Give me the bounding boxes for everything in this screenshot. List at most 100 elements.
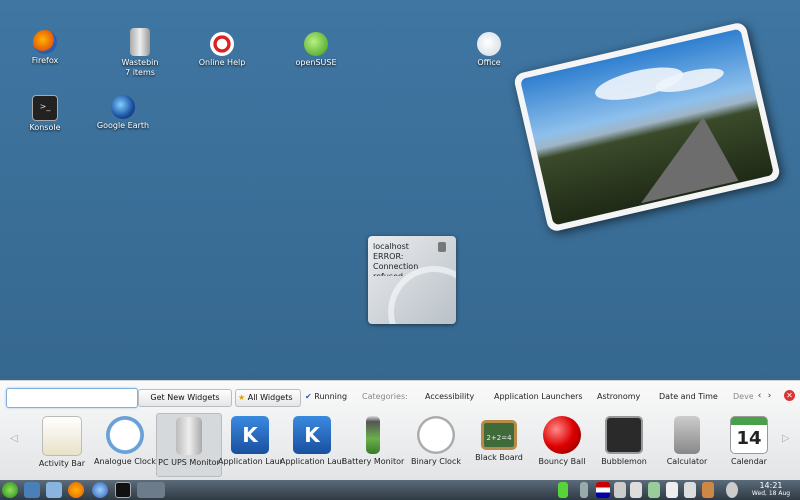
categories-label: Categories: [362, 392, 408, 401]
widget-black-board[interactable]: 2+2=4 Black Board [467, 413, 531, 475]
blackboard-icon: 2+2=4 [481, 420, 517, 450]
widget-label: Analogue Clock [94, 457, 156, 466]
network-icon[interactable] [92, 482, 108, 498]
widget-bouncy-ball[interactable]: Bouncy Ball [530, 413, 594, 475]
file-manager-icon[interactable] [46, 482, 62, 498]
terminal-taskbar-icon[interactable] [115, 482, 131, 498]
kickoff-launcher-icon[interactable] [2, 482, 18, 498]
firefox-taskbar-icon[interactable] [68, 482, 84, 498]
desktop-icon-label: Konsole [29, 123, 61, 132]
help-lifebuoy-icon [210, 32, 234, 56]
widget-label: Bubblemon [601, 457, 647, 466]
desktop-icon-office[interactable]: Office [454, 32, 524, 68]
checkmark-icon: ✔ [305, 392, 312, 401]
close-explorer-icon[interactable]: ✕ [784, 390, 795, 401]
category-development[interactable]: Deve [733, 392, 753, 401]
star-icon: ★ [238, 393, 246, 402]
desktop-icon-online-help[interactable]: Online Help [187, 32, 257, 68]
category-astronomy[interactable]: Astronomy [597, 392, 640, 401]
categories-scroll-left-icon[interactable]: ‹ [755, 390, 764, 402]
show-desktop-icon[interactable] [24, 482, 40, 498]
widget-label: PC UPS Monitor [158, 458, 220, 467]
desktop[interactable]: Firefox Wastebin 7 items Online Help ope… [0, 0, 800, 380]
terminal-icon: >_ [32, 95, 58, 121]
desktop-icon-label: Google Earth [96, 121, 150, 130]
tray-arrow-icon[interactable] [580, 482, 588, 498]
calculator-icon [674, 416, 700, 454]
running-filter[interactable]: ✔ Running [305, 392, 347, 401]
widget-label: Binary Clock [411, 457, 461, 466]
desktop-icon-konsole[interactable]: >_ Konsole [10, 95, 80, 133]
category-accessibility[interactable]: Accessibility [425, 392, 474, 401]
desktop-icon-label: Online Help [198, 58, 246, 67]
ups-icon [176, 417, 202, 455]
widget-explorer: Get New Widgets ★ All Widgets ✔ Running … [0, 380, 800, 481]
clipboard-icon[interactable] [630, 482, 642, 498]
opensuse-icon [304, 32, 328, 56]
widget-application-launcher-1[interactable]: K Application Launcher [218, 413, 282, 475]
notes-icon[interactable] [666, 482, 678, 498]
desktop-icon-sublabel: 7 items [125, 68, 155, 77]
photo-image [520, 28, 774, 226]
battery-icon [366, 416, 380, 454]
photo-frame-widget[interactable] [512, 21, 782, 233]
bouncy-ball-icon [543, 416, 581, 454]
calendar-icon: 14 [730, 416, 768, 454]
info-icon[interactable] [726, 482, 738, 498]
desktop-icon-opensuse[interactable]: openSUSE [281, 32, 351, 68]
widget-pc-ups-monitor[interactable]: PC UPS Monitor [156, 413, 222, 477]
desktop-icon-wastebin[interactable]: Wastebin 7 items [105, 28, 175, 78]
desktop-icon-firefox[interactable]: Firefox [10, 30, 80, 66]
widget-activity-bar[interactable]: Activity Bar [30, 413, 94, 475]
note-text[interactable]: localhost ERROR: Connection refused [373, 242, 433, 276]
all-widgets-button[interactable]: ★ All Widgets [235, 389, 301, 407]
office-icon [477, 32, 501, 56]
widget-label: Calculator [666, 457, 708, 466]
widget-calendar[interactable]: 14 Calendar [717, 413, 781, 475]
binary-clock-icon [417, 416, 455, 454]
volume-icon[interactable] [614, 482, 626, 498]
desktop-icon-google-earth[interactable]: Google Earth [88, 95, 158, 131]
notifications-icon[interactable] [684, 482, 696, 498]
taskbar: 14:21 Wed, 18 Aug [0, 480, 800, 500]
category-application-launchers[interactable]: Application Launchers [494, 392, 583, 401]
widget-search-input[interactable] [6, 388, 138, 408]
updater-icon[interactable] [648, 482, 660, 498]
widget-calculator[interactable]: Calculator [655, 413, 719, 475]
clock-date: Wed, 18 Aug [751, 490, 791, 497]
desktop-icon-label: openSUSE [295, 58, 337, 67]
desktop-icon-label: Wastebin [121, 58, 159, 67]
analogue-clock-icon [106, 416, 144, 454]
widget-analogue-clock[interactable]: Analogue Clock [93, 413, 157, 475]
widget-label: Activity Bar [38, 459, 86, 468]
widget-label: Battery Monitor [341, 457, 405, 466]
widget-binary-clock[interactable]: Binary Clock [404, 413, 468, 475]
widget-label: Application Launcher [280, 457, 344, 466]
package-icon[interactable] [702, 482, 714, 498]
clock-time: 14:21 [759, 481, 783, 490]
pager[interactable] [137, 482, 165, 498]
firefox-icon [33, 30, 57, 54]
categories-scroll-right-icon[interactable]: › [765, 390, 774, 402]
widgets-scroll-right-icon[interactable]: ▷ [782, 433, 790, 444]
widget-battery-monitor[interactable]: Battery Monitor [341, 413, 405, 475]
widgets-scroll-left-icon[interactable]: ◁ [10, 433, 18, 444]
running-label: Running [314, 392, 348, 401]
kde-launcher-icon: K [293, 416, 331, 454]
category-date-and-time[interactable]: Date and Time [659, 392, 718, 401]
desktop-icon-label: Office [477, 58, 501, 67]
get-new-widgets-button[interactable]: Get New Widgets [138, 389, 232, 407]
widget-label: Calendar [731, 457, 767, 466]
widget-label: Application Launcher [218, 457, 282, 466]
keyboard-layout-icon[interactable] [596, 482, 610, 498]
device-notifier-icon[interactable] [558, 482, 568, 498]
desktop-icon-label: Firefox [31, 56, 59, 65]
widget-label: Bouncy Ball [538, 457, 586, 466]
widget-application-launcher-2[interactable]: K Application Launcher [280, 413, 344, 475]
widget-bubblemon[interactable]: Bubblemon [592, 413, 656, 475]
note-handle-icon[interactable] [438, 242, 446, 252]
trash-icon [130, 28, 150, 56]
note-widget[interactable]: localhost ERROR: Connection refused [368, 236, 456, 324]
all-widgets-label: All Widgets [247, 393, 293, 402]
clock[interactable]: 14:21 Wed, 18 Aug [745, 481, 797, 498]
